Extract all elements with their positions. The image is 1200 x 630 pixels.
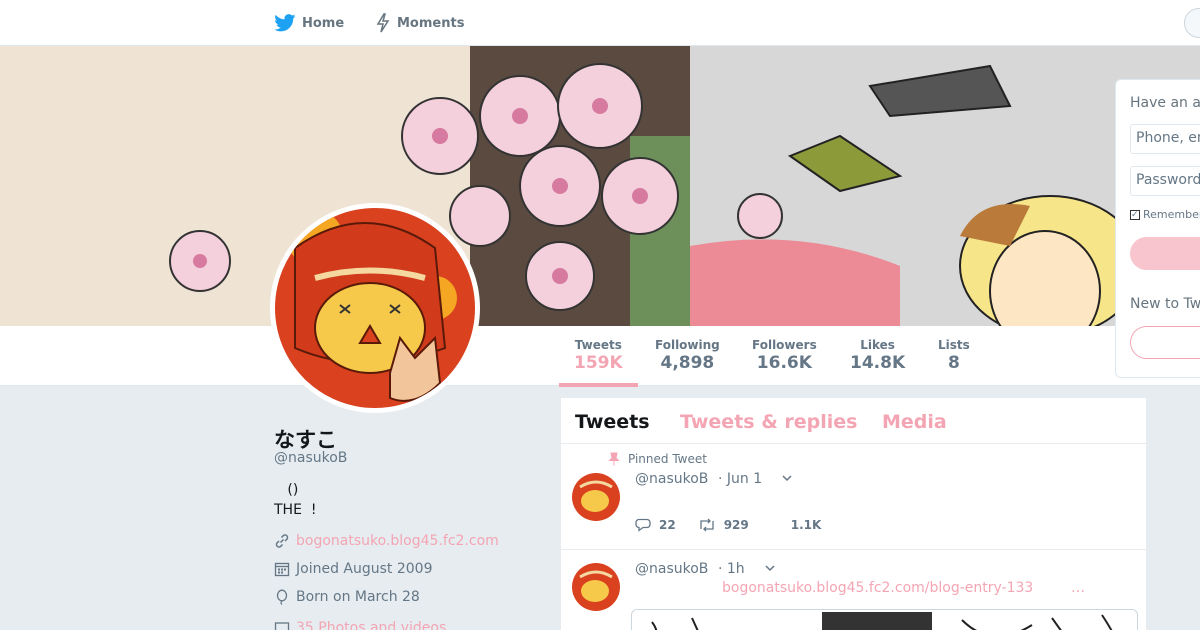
tweet-author-handle[interactable]: @nasukoB — [635, 561, 708, 577]
stat-value: 4,898 — [660, 353, 715, 373]
remember-me[interactable]: ✓ Remember me — [1130, 208, 1200, 221]
link-icon — [275, 534, 289, 548]
pin-icon — [608, 452, 620, 466]
signup-button[interactable] — [1130, 326, 1200, 359]
tweet-media-image — [632, 610, 1137, 630]
stat-lists[interactable]: Lists 8 — [938, 338, 970, 373]
profile-stats-bar: Tweets 159K Following 4,898 Followers 16… — [0, 326, 1200, 387]
timeline-tabs: Tweets Tweets & replies Media — [561, 398, 1146, 444]
stat-tweets[interactable]: Tweets 159K — [559, 338, 638, 387]
nav-home-label: Home — [302, 15, 345, 31]
pinned-label: Pinned Tweet — [628, 452, 707, 466]
profile-bio-line: () — [274, 482, 299, 498]
tab-tweets-replies[interactable]: Tweets & replies — [680, 411, 857, 433]
profile-avatar[interactable] — [270, 203, 480, 413]
tweet-avatar-image — [572, 563, 620, 611]
profile-handle[interactable]: @nasukoB — [274, 450, 347, 466]
stat-value: 14.8K — [850, 353, 906, 373]
tweet-author-handle[interactable]: @nasukoB — [635, 471, 708, 487]
stat-label: Likes — [860, 338, 895, 352]
profile-banner — [0, 46, 1200, 326]
stat-followers[interactable]: Followers 16.6K — [752, 338, 817, 373]
twitter-bird-icon — [274, 14, 296, 32]
retweet-button[interactable]: 929 — [698, 517, 749, 533]
profile-website[interactable]: bogonatsuko.blog45.fc2.com — [274, 533, 499, 549]
tweet-link[interactable]: bogonatsuko.blog45.fc2.com/blog-entry-13… — [722, 580, 1033, 596]
pinned-indicator: Pinned Tweet — [608, 452, 707, 466]
photo-icon — [274, 622, 290, 630]
tweet-avatar[interactable] — [572, 473, 620, 521]
account-avatar-button[interactable] — [1184, 8, 1200, 38]
checkbox-icon[interactable]: ✓ — [1130, 209, 1140, 220]
lightning-icon — [376, 13, 390, 33]
retweet-icon — [700, 518, 714, 532]
chevron-down-icon[interactable] — [781, 472, 793, 487]
password-field[interactable]: Password — [1130, 166, 1200, 196]
avatar-illustration — [275, 208, 475, 408]
stat-value: 8 — [947, 353, 960, 373]
stat-label: Lists — [938, 338, 970, 352]
stat-value: 16.6K — [756, 353, 812, 373]
nav-moments[interactable]: Moments — [375, 0, 464, 46]
login-card: Have an account? Phone, email or usernam… — [1115, 79, 1200, 378]
stat-following[interactable]: Following 4,898 — [655, 338, 720, 373]
top-nav-bar: Home Moments — [0, 0, 1200, 46]
tweet[interactable]: @nasukoB · 1h bogonatsuko.blog45.fc2.com… — [561, 551, 1146, 630]
profile-born-label: Born on March 28 — [296, 589, 420, 605]
tweet-timestamp[interactable]: · 1h — [718, 561, 745, 577]
new-to-twitter-label: New to Twitter? — [1130, 296, 1200, 312]
calendar-icon — [274, 562, 290, 577]
profile-photos-link[interactable]: 35 Photos and videos — [274, 620, 446, 630]
retweet-count: 929 — [723, 518, 749, 532]
reply-icon — [635, 518, 651, 532]
tweet-avatar-image — [572, 473, 620, 521]
stat-label: Following — [655, 338, 720, 352]
stat-value: 159K — [574, 353, 623, 373]
remember-label: Remember me — [1143, 208, 1200, 221]
nav-moments-label: Moments — [397, 15, 465, 31]
timeline: Tweets Tweets & replies Media Pinned Twe… — [560, 397, 1147, 630]
stat-label: Tweets — [574, 338, 622, 352]
username-field[interactable]: Phone, email or username — [1130, 124, 1200, 154]
chevron-down-icon[interactable] — [764, 562, 776, 577]
profile-joined: Joined August 2009 — [274, 561, 432, 577]
profile-born: Born on March 28 — [274, 589, 420, 605]
tab-media[interactable]: Media — [882, 411, 947, 433]
tweet-timestamp[interactable]: · Jun 1 — [718, 471, 762, 487]
profile-bio-line: THE ! — [274, 502, 317, 518]
login-title: Have an account? — [1130, 95, 1200, 111]
tab-tweets[interactable]: Tweets — [575, 411, 650, 433]
tweet-pinned[interactable]: Pinned Tweet @nasukoB · Jun 1 22 929 1.1… — [561, 445, 1146, 550]
balloon-icon — [276, 589, 288, 605]
banner-illustration — [0, 46, 1200, 326]
tweet-media[interactable] — [631, 609, 1138, 630]
stat-likes[interactable]: Likes 14.8K — [850, 338, 905, 373]
nav-home[interactable]: Home — [274, 0, 344, 46]
like-button[interactable]: 1.1K — [791, 518, 822, 532]
stat-label: Followers — [752, 338, 817, 352]
login-button[interactable] — [1130, 237, 1200, 270]
profile-photos-label: 35 Photos and videos — [296, 620, 447, 630]
profile-website-label: bogonatsuko.blog45.fc2.com — [296, 533, 499, 549]
tweet-ellipsis: … — [1071, 580, 1085, 596]
reply-count: 22 — [659, 518, 676, 532]
tweet-avatar[interactable] — [572, 563, 620, 611]
like-count: 1.1K — [790, 518, 822, 532]
tweet-actions: 22 929 1.1K — [635, 517, 843, 533]
profile-joined-label: Joined August 2009 — [296, 561, 433, 577]
reply-button[interactable]: 22 — [635, 517, 676, 533]
